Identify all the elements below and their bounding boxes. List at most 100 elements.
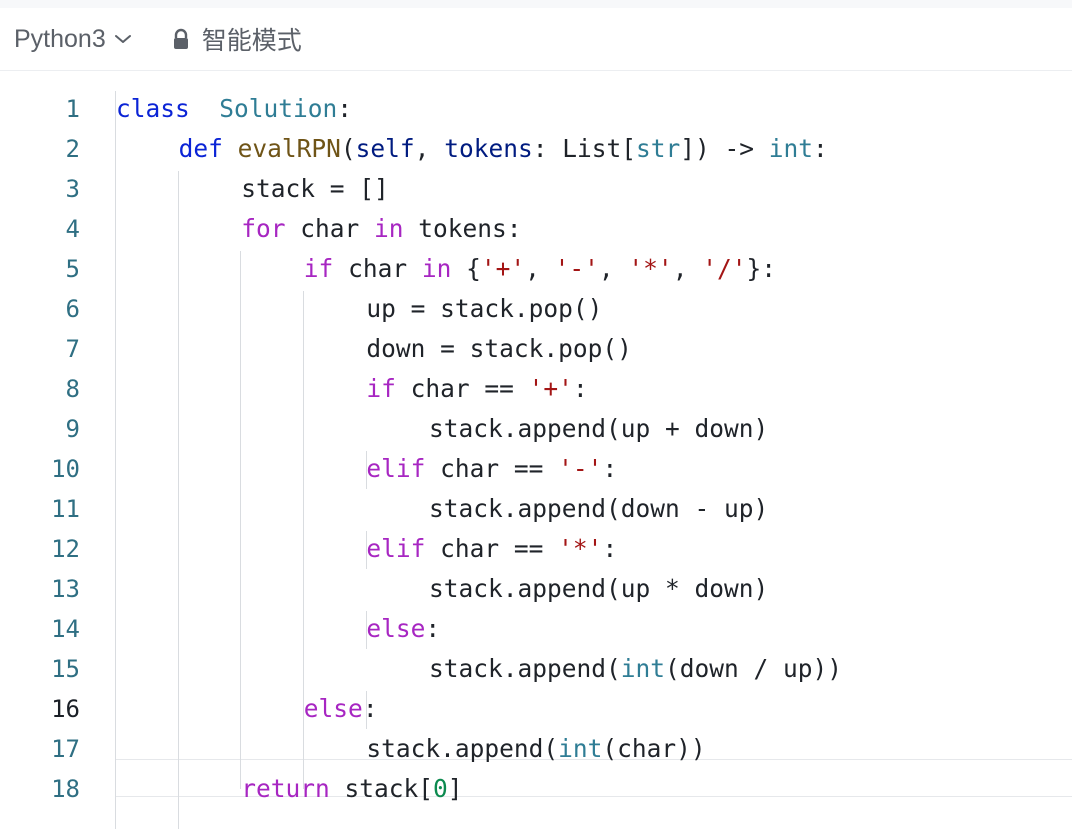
code-line[interactable]: 12 elif char == '*': bbox=[0, 529, 1072, 569]
code-token: : bbox=[813, 134, 828, 163]
code-token: 0 bbox=[432, 774, 448, 803]
code-token: Solution bbox=[219, 94, 338, 123]
code-token: stack[ bbox=[329, 774, 433, 803]
code-token: char == bbox=[425, 454, 559, 483]
code-text: if char == '+': bbox=[366, 369, 587, 409]
code-token: tokens: bbox=[403, 214, 522, 243]
line-number: 4 bbox=[65, 215, 80, 243]
code-text: stack.append(int(char)) bbox=[366, 729, 705, 769]
code-line[interactable]: 10 elif char == '-': bbox=[0, 449, 1072, 489]
code-text: elif char == '*': bbox=[366, 529, 617, 569]
line-number: 6 bbox=[65, 295, 80, 323]
code-token: '/' bbox=[702, 254, 747, 283]
code-line[interactable]: 18 return stack[0] bbox=[0, 769, 1072, 809]
line-number: 14 bbox=[51, 615, 80, 643]
code-token: , bbox=[414, 134, 445, 163]
code-token: , bbox=[598, 254, 629, 283]
line-number: 5 bbox=[65, 255, 80, 283]
code-token: '+' bbox=[480, 254, 526, 283]
window-top-strip bbox=[0, 0, 1072, 8]
line-number: 10 bbox=[51, 455, 80, 483]
line-number: 9 bbox=[65, 415, 80, 443]
line-number: 7 bbox=[65, 335, 80, 363]
code-line[interactable]: 15 stack.append(int(down / up)) bbox=[0, 649, 1072, 689]
code-token: if bbox=[303, 254, 334, 283]
smart-mode-indicator[interactable]: 智能模式 bbox=[172, 21, 302, 57]
code-text: class Solution: bbox=[116, 89, 352, 129]
code-token: , bbox=[525, 254, 555, 283]
code-text: stack.append(up * down) bbox=[429, 569, 768, 609]
code-token: stack = [] bbox=[241, 174, 389, 203]
code-token: '-' bbox=[554, 254, 599, 283]
code-token: down = stack.pop() bbox=[366, 334, 632, 363]
code-token: evalRPN bbox=[237, 134, 341, 163]
code-line[interactable]: 2 def evalRPN(self, tokens: List[str]) ->… bbox=[0, 129, 1072, 169]
code-token: self bbox=[355, 134, 415, 163]
code-token: else bbox=[366, 614, 426, 643]
code-line[interactable]: 11 stack.append(down - up) bbox=[0, 489, 1072, 529]
code-line[interactable]: 13 stack.append(up * down) bbox=[0, 569, 1072, 609]
line-number: 13 bbox=[51, 575, 80, 603]
code-token: int bbox=[558, 734, 603, 763]
code-token: int bbox=[768, 134, 814, 163]
code-token: up = stack.pop() bbox=[366, 294, 603, 323]
code-token: stack.append(up + down) bbox=[429, 414, 769, 443]
language-label: Python3 bbox=[14, 24, 106, 53]
code-text: return stack[0] bbox=[241, 769, 462, 809]
code-line[interactable]: 7 down = stack.pop() bbox=[0, 329, 1072, 369]
code-token: elif bbox=[366, 534, 426, 563]
code-token: stack.append( bbox=[366, 734, 559, 763]
code-token: : bbox=[362, 694, 378, 723]
code-text: stack = [] bbox=[241, 169, 389, 209]
chevron-down-icon bbox=[114, 33, 132, 45]
code-line[interactable]: 4 for char in tokens: bbox=[0, 209, 1072, 249]
code-text: stack.append(up + down) bbox=[429, 409, 768, 449]
code-token: { bbox=[451, 254, 481, 283]
code-token: class bbox=[116, 94, 190, 123]
code-token: in bbox=[421, 254, 452, 283]
code-line[interactable]: 1 class Solution: bbox=[0, 89, 1072, 129]
code-token: stack.append( bbox=[429, 654, 621, 683]
code-token: else bbox=[303, 694, 363, 723]
code-token: : bbox=[337, 94, 353, 123]
code-line[interactable]: 3 stack = [] bbox=[0, 169, 1072, 209]
code-line[interactable]: 9 stack.append(up + down) bbox=[0, 409, 1072, 449]
mode-label: 智能模式 bbox=[201, 27, 302, 55]
line-number: 12 bbox=[51, 535, 80, 563]
code-token: in bbox=[373, 214, 404, 243]
code-token: (down / up)) bbox=[665, 654, 843, 683]
editor-toolbar: Python3 智能模式 bbox=[0, 8, 1072, 71]
line-number: 18 bbox=[51, 775, 80, 803]
code-text: up = stack.pop() bbox=[366, 289, 602, 329]
code-text: down = stack.pop() bbox=[366, 329, 632, 369]
code-line[interactable]: 16 else: bbox=[0, 689, 1072, 729]
code-token: char == bbox=[395, 374, 529, 403]
code-line[interactable]: 8 if char == '+': bbox=[0, 369, 1072, 409]
code-token: '+' bbox=[528, 374, 573, 403]
line-number: 1 bbox=[65, 95, 80, 123]
line-number: 11 bbox=[51, 495, 80, 523]
code-token: '*' bbox=[558, 534, 603, 563]
code-token: elif bbox=[366, 454, 426, 483]
line-number: 3 bbox=[65, 175, 80, 203]
code-token: stack.append(down - up) bbox=[429, 494, 769, 523]
code-token: : bbox=[572, 374, 588, 403]
code-line[interactable]: 6 up = stack.pop() bbox=[0, 289, 1072, 329]
code-text: else: bbox=[304, 689, 378, 729]
code-token: stack.append(up * down) bbox=[429, 574, 769, 603]
line-number: 15 bbox=[51, 655, 80, 683]
code-line[interactable]: 17 stack.append(int(char)) bbox=[0, 729, 1072, 769]
code-text: else: bbox=[366, 609, 440, 649]
code-token: for bbox=[241, 214, 286, 243]
code-token: : bbox=[602, 454, 618, 483]
code-editor[interactable]: 1 class Solution: 2 def evalRPN(self, token… bbox=[0, 71, 1072, 840]
line-number: 2 bbox=[65, 135, 80, 163]
code-token: char bbox=[333, 254, 422, 283]
language-selector[interactable]: Python3 bbox=[14, 25, 132, 54]
code-line[interactable]: 14 else: bbox=[0, 609, 1072, 649]
code-line[interactable]: 5 if char in {'+', '-', '*', '/'}: bbox=[0, 249, 1072, 289]
code-token: tokens bbox=[444, 134, 533, 163]
code-token: ]) -> bbox=[680, 134, 769, 163]
